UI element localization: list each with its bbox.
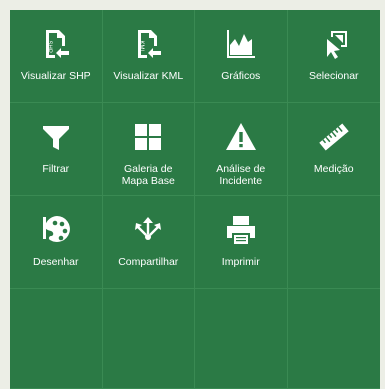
kml-file-import-icon: KML <box>128 24 168 64</box>
area-chart-icon <box>221 24 261 64</box>
tool-filtrar[interactable]: Filtrar <box>10 103 103 196</box>
tool-graficos[interactable]: Gráficos <box>195 10 288 103</box>
tool-label: Visualizar KML <box>113 70 184 82</box>
empty-cell <box>10 289 103 389</box>
tool-selecionar[interactable]: Selecionar <box>287 10 380 103</box>
tool-analise-incidente[interactable]: Análise de Incidente <box>195 103 288 196</box>
tool-label: Visualizar SHP <box>20 70 91 82</box>
tool-visualizar-kml[interactable]: KML Visualizar KML <box>102 10 195 103</box>
basemap-gallery-grid-icon <box>128 117 168 157</box>
tool-label: Imprimir <box>221 256 260 268</box>
ruler-icon <box>314 117 354 157</box>
empty-cell <box>287 196 380 289</box>
empty-cell <box>195 289 288 389</box>
tool-desenhar[interactable]: Desenhar <box>10 196 103 289</box>
tool-label: Selecionar <box>308 70 359 82</box>
share-arrows-icon <box>128 210 168 250</box>
tool-imprimir[interactable]: Imprimir <box>195 196 288 289</box>
toolbar-panel: SHP Visualizar SHP KML Visualizar KML Gr… <box>10 10 380 389</box>
palette-icon <box>36 210 76 250</box>
filter-funnel-icon <box>36 117 76 157</box>
tool-compartilhar[interactable]: Compartilhar <box>102 196 195 289</box>
empty-cell <box>102 289 195 389</box>
empty-cell <box>287 289 380 389</box>
tool-label: Gráficos <box>221 70 261 82</box>
printer-icon <box>221 210 261 250</box>
tool-label: Filtrar <box>42 163 70 175</box>
shp-file-import-icon: SHP <box>36 24 76 64</box>
tool-visualizar-shp[interactable]: SHP Visualizar SHP <box>10 10 103 103</box>
select-cursor-icon <box>314 24 354 64</box>
warning-triangle-icon <box>221 117 261 157</box>
tool-label: Análise de Incidente <box>216 163 266 187</box>
tool-medicao[interactable]: Medição <box>287 103 380 196</box>
tool-label: Medição <box>313 163 354 175</box>
svg-text:KML: KML <box>138 41 144 54</box>
tool-galeria-mapa-base[interactable]: Galeria de Mapa Base <box>102 103 195 196</box>
svg-text:SHP: SHP <box>46 41 52 53</box>
tool-label: Desenhar <box>32 256 79 268</box>
tool-label: Compartilhar <box>118 256 179 268</box>
tool-label: Galeria de Mapa Base <box>121 163 175 187</box>
